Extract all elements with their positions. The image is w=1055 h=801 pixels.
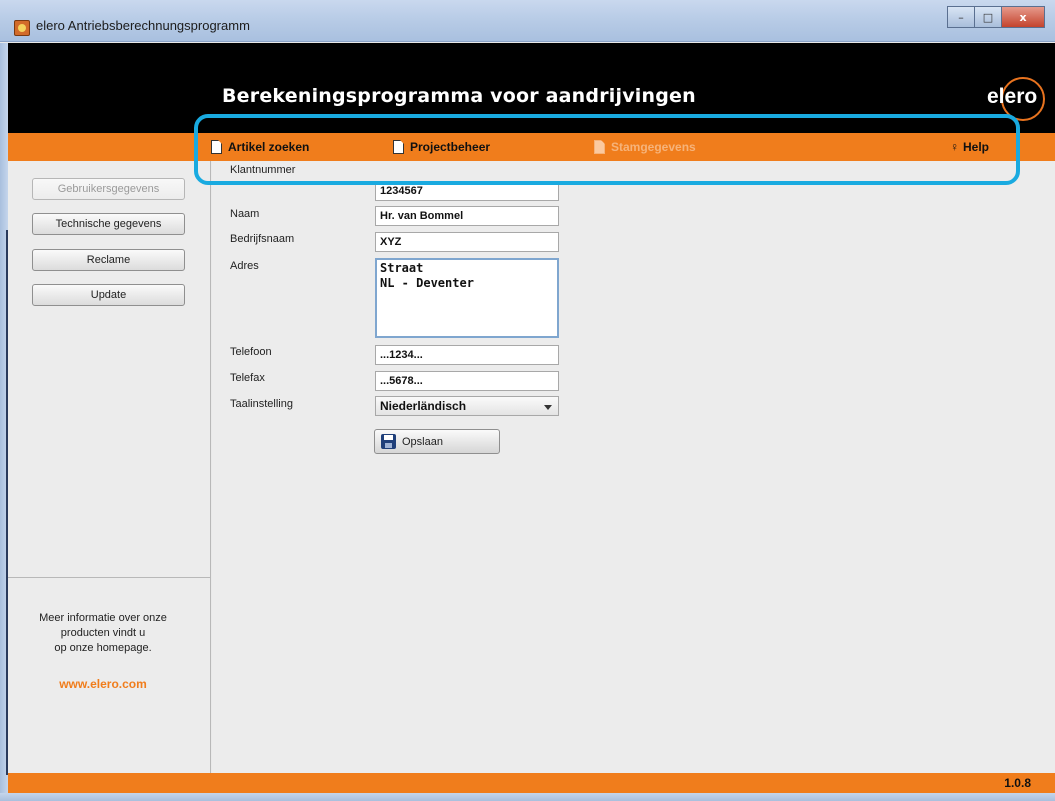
naam-field[interactable]: Hr. van Bommel: [375, 206, 559, 226]
bedrijfsnaam-label: Bedrijfsnaam: [230, 233, 295, 245]
close-button[interactable]: x: [1001, 6, 1045, 28]
java-app-icon: [14, 20, 30, 36]
sidebar-button-update[interactable]: Update: [32, 284, 185, 306]
telefoon-field[interactable]: ...1234...: [375, 345, 559, 365]
sidebar-button-technische-gegevens[interactable]: Technische gegevens: [32, 213, 185, 235]
adres-line: Straat: [380, 261, 424, 275]
title-bar: elero Antriebsberechnungsprogramm – □ x: [0, 0, 1055, 42]
taalinstelling-label: Taalinstelling: [230, 398, 293, 410]
version-label: 1.0.8: [1004, 776, 1031, 790]
adres-label: Adres: [230, 260, 259, 272]
app-window: elero Antriebsberechnungsprogramm – □ x …: [0, 0, 1055, 801]
save-button[interactable]: Opslaan: [374, 429, 500, 454]
window-controls: – □ x: [947, 6, 1045, 28]
window-bottom-border: [0, 793, 1055, 801]
floppy-disk-icon: [381, 434, 396, 449]
minimize-button[interactable]: –: [947, 6, 975, 28]
sidebar-button-reclame[interactable]: Reclame: [32, 249, 185, 271]
sidebar: Gebruikersgegevens Technische gegevens R…: [8, 161, 211, 773]
telefax-label: Telefax: [230, 372, 265, 384]
nav-highlight-frame: [194, 114, 1020, 185]
adres-textarea[interactable]: Straat NL - Deventer: [375, 258, 559, 338]
logo-text: elero: [987, 85, 1038, 108]
naam-label: Naam: [230, 208, 260, 220]
maximize-button[interactable]: □: [974, 6, 1002, 28]
info-line: op onze homepage.: [54, 642, 152, 654]
save-button-label: Opslaan: [402, 435, 443, 448]
homepage-link[interactable]: www.elero.com: [8, 677, 198, 691]
chevron-down-icon: [544, 405, 552, 410]
telefoon-label: Telefoon: [230, 346, 272, 358]
bedrijfsnaam-field[interactable]: XYZ: [375, 232, 559, 252]
page-title: Berekeningsprogramma voor aandrijvingen: [222, 85, 696, 107]
telefax-field[interactable]: ...5678...: [375, 371, 559, 391]
language-select[interactable]: Niederländisch: [375, 396, 559, 416]
user-data-form: Klantnummer 1234567 Naam Hr. van Bommel …: [212, 161, 1055, 773]
info-line: Meer informatie over onze: [39, 612, 167, 624]
adres-line: NL - Deventer: [380, 276, 474, 290]
sidebar-divider: [8, 577, 211, 578]
language-selected-value: Niederländisch: [380, 399, 467, 413]
sidebar-button-gebruikersgegevens: Gebruikersgegevens: [32, 178, 185, 200]
window-title: elero Antriebsberechnungsprogramm: [36, 18, 250, 33]
info-line: producten vindt u: [60, 627, 146, 639]
info-text: Meer informatie over onze producten vind…: [8, 611, 198, 656]
status-bar: 1.0.8: [8, 773, 1055, 793]
